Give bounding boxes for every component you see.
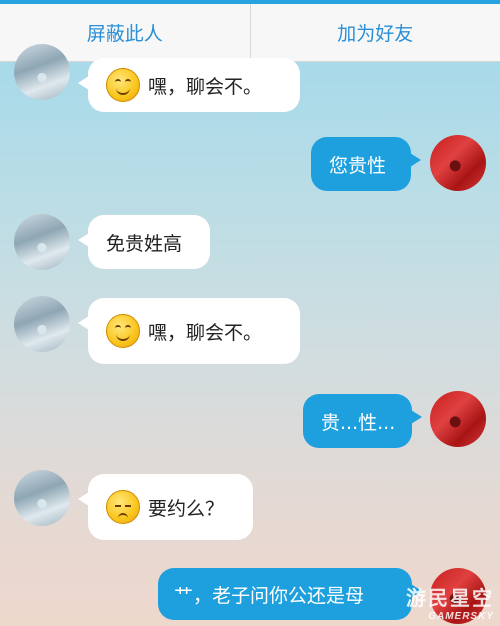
watermark-brand-en: GAMERSKY	[428, 611, 494, 622]
message-bubble-incoming: 免贵姓高	[78, 215, 210, 269]
message-text: 嘿，聊会不。	[148, 321, 263, 344]
contact-avatar[interactable]	[14, 214, 70, 270]
smile-emoji-icon	[106, 68, 140, 102]
message-text: 免贵姓高	[106, 232, 183, 255]
message-text: 嘿，聊会不。	[148, 75, 263, 98]
my-avatar[interactable]	[430, 391, 486, 447]
my-avatar[interactable]	[430, 135, 486, 191]
message-text: 贵...性...	[321, 411, 396, 434]
smirk-emoji-icon	[106, 490, 140, 524]
message-bubble-incoming: 要约么？	[78, 474, 253, 540]
smile-emoji-icon	[106, 314, 140, 348]
chat-header: 屏蔽此人 加为好友	[0, 0, 500, 62]
message-text: 艹，老子问你公还是母	[174, 584, 365, 607]
message-bubble-outgoing: 贵...性...	[303, 394, 422, 448]
message-text: 您贵性	[329, 154, 387, 177]
contact-avatar[interactable]	[14, 296, 70, 352]
message-bubble-incoming: 嘿，聊会不。	[78, 298, 300, 364]
contact-avatar[interactable]	[14, 470, 70, 526]
contact-avatar[interactable]	[14, 44, 70, 100]
add-friend-button[interactable]: 加为好友	[251, 4, 500, 61]
message-bubble-outgoing: 您贵性	[311, 137, 421, 191]
message-text: 要约么？	[148, 497, 225, 520]
message-bubble-incoming: 嘿，聊会不。	[78, 58, 300, 112]
watermark-brand-cn: 游民星空	[406, 588, 494, 610]
message-bubble-outgoing: 艹，老子问你公还是母	[158, 568, 422, 620]
watermark: 游民星空 GAMERSKY	[406, 582, 494, 622]
